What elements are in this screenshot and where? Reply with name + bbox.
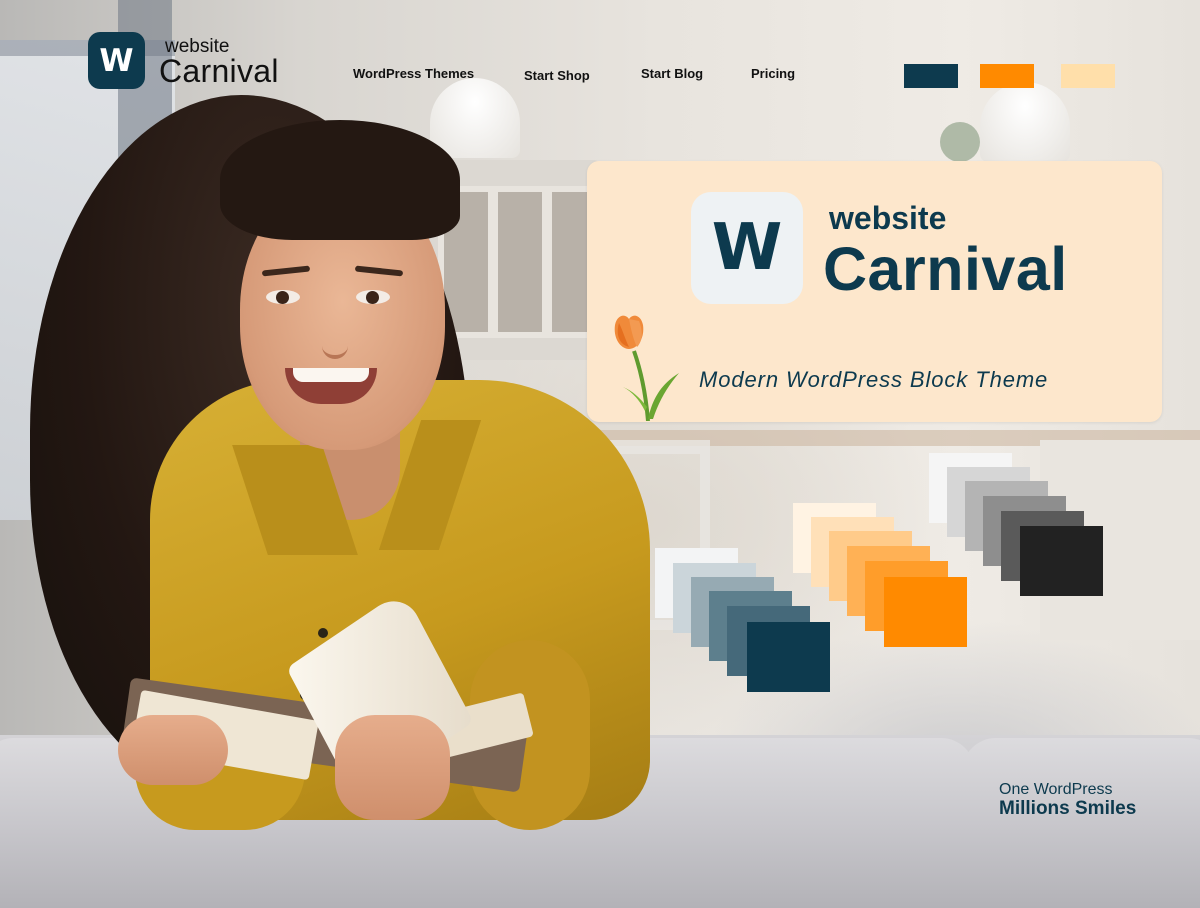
logo-text-big: Carnival [159,53,279,89]
palette-square [884,577,967,647]
logo-mark: W [88,32,145,89]
palette-square [747,622,830,692]
nav-link-wordpress-themes[interactable]: WordPress Themes [353,67,474,80]
background-lamp [980,82,1070,162]
card-logo-text-big: Carnival [823,235,1068,303]
background-lamp [430,78,520,158]
sofa-cushion [962,738,1200,908]
card-logo-letter: W [711,211,783,285]
card-logo-mark: W [691,192,803,304]
swatch-orange [980,64,1034,88]
card-logo-text-small: website [829,200,947,236]
palette-square [1020,526,1103,596]
slogan-line-1: One WordPress [999,781,1113,798]
nav-link-pricing[interactable]: Pricing [751,67,795,80]
tulip-icon [614,315,679,421]
swatch-peach [1061,64,1115,88]
card-tagline: Modern WordPress Block Theme [699,367,1049,392]
slogan-line-2: Millions Smiles [999,798,1137,819]
brand-card: W website Carnival Modern WordPress Bloc… [587,161,1162,422]
background-plant [940,122,980,162]
swatch-dark-blue [904,64,958,88]
nav-link-start-blog[interactable]: Start Blog [641,67,703,80]
logo-letter: W [99,42,134,79]
nav-link-start-shop[interactable]: Start Shop [524,69,590,82]
